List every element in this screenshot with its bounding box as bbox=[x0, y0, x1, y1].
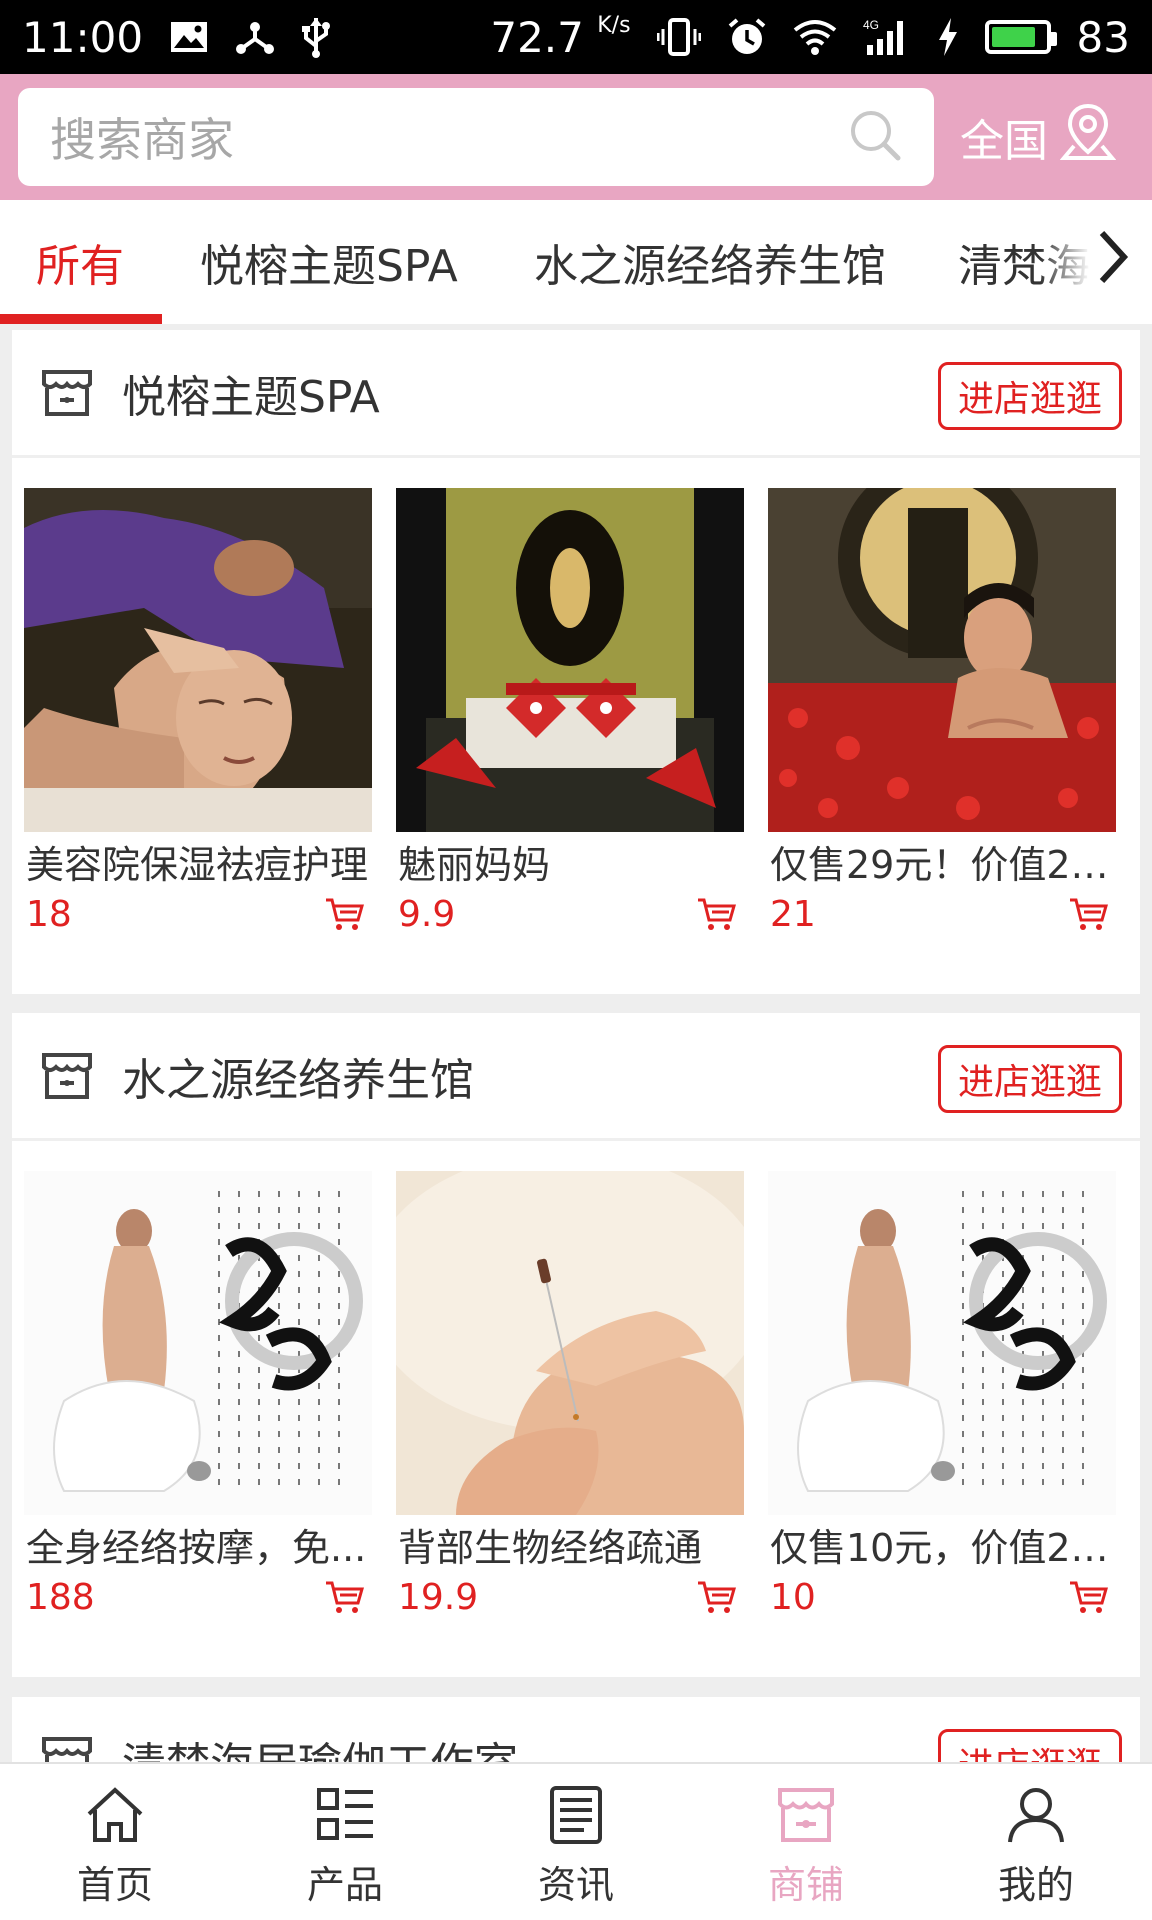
shop-card: 水之源经络养生馆 进店逛逛 全身经络按摩，免... 188 背部生物经络疏通 1… bbox=[12, 1013, 1140, 1677]
nav-item-home[interactable]: 首页 bbox=[0, 1764, 230, 1920]
product-name: 仅售10元，价值28... bbox=[770, 1526, 1114, 1570]
vibrate-icon bbox=[656, 17, 701, 57]
product-image-meridian-poster[interactable] bbox=[768, 1171, 1116, 1515]
store-icon bbox=[40, 1047, 94, 1105]
cart-icon[interactable] bbox=[696, 896, 736, 936]
product-card[interactable]: 魅丽妈妈 9.9 bbox=[396, 488, 744, 940]
search-icon[interactable] bbox=[848, 108, 902, 166]
location-pin-icon bbox=[1059, 102, 1117, 173]
speed-value: 72.7 bbox=[490, 12, 584, 62]
user-icon bbox=[1004, 1784, 1068, 1848]
product-card[interactable]: 仅售29元！价值26... 21 bbox=[768, 488, 1116, 940]
product-row: 全身经络按摩，免... 188 背部生物经络疏通 19.9 仅售10元，价值28… bbox=[12, 1141, 1140, 1676]
cart-icon[interactable] bbox=[696, 1579, 736, 1619]
cart-icon[interactable] bbox=[324, 896, 364, 936]
product-row: 美容院保湿祛痘护理 18 魅丽妈妈 9.9 仅售29元！价值26... 21 bbox=[12, 458, 1140, 993]
cart-icon[interactable] bbox=[324, 1579, 364, 1619]
product-name: 魅丽妈妈 bbox=[398, 843, 551, 887]
shop-card: 悦榕主题SPA 进店逛逛 美容院保湿祛痘护理 18 魅丽妈妈 9.9 仅售29元… bbox=[12, 330, 1140, 994]
speed-unit: K/s bbox=[597, 12, 631, 38]
product-name: 仅售29元！价值26... bbox=[770, 843, 1114, 887]
product-name: 美容院保湿祛痘护理 bbox=[26, 843, 369, 887]
battery-level: 83 bbox=[1076, 12, 1130, 62]
shop-header: 悦榕主题SPA 进店逛逛 bbox=[12, 330, 1140, 458]
product-name: 背部生物经络疏通 bbox=[398, 1526, 703, 1570]
status-bar: 11:00 72.7 K/s 4G 83 bbox=[0, 0, 1152, 74]
region-selector[interactable]: 全国 bbox=[960, 88, 1117, 186]
chevron-right-icon[interactable] bbox=[1096, 229, 1130, 289]
search-input[interactable]: 搜索商家 bbox=[50, 104, 848, 170]
product-image-meridian-poster[interactable] bbox=[24, 1171, 372, 1515]
nav-item-shops[interactable]: 商铺 bbox=[691, 1764, 921, 1920]
product-image-acupuncture[interactable] bbox=[396, 1171, 744, 1515]
product-price: 188 bbox=[26, 1577, 95, 1618]
product-name: 全身经络按摩，免... bbox=[26, 1526, 367, 1570]
product-price: 18 bbox=[26, 894, 72, 935]
store-icon bbox=[40, 364, 94, 422]
nav-item-news[interactable]: 资讯 bbox=[461, 1764, 691, 1920]
product-card[interactable]: 背部生物经络疏通 19.9 bbox=[396, 1171, 744, 1623]
product-image-facial-massage[interactable] bbox=[24, 488, 372, 832]
product-card[interactable]: 全身经络按摩，免... 188 bbox=[24, 1171, 372, 1623]
bottom-nav: 首页 产品 资讯 商铺 我的 bbox=[0, 1762, 1152, 1920]
tab-shuizhiyuan[interactable]: 水之源经络养生馆 bbox=[534, 200, 886, 324]
product-image-rose-bath[interactable] bbox=[768, 488, 1116, 832]
product-image-spa-room[interactable] bbox=[396, 488, 744, 832]
search-bar[interactable]: 搜索商家 bbox=[18, 88, 934, 186]
nav-label: 商铺 bbox=[767, 1863, 844, 1907]
app-screen: 11:00 72.7 K/s 4G 83 搜索商家 全国 所有 悦榕主题SPA … bbox=[0, 0, 1152, 1920]
store-icon bbox=[774, 1784, 838, 1848]
nav-label: 产品 bbox=[306, 1863, 383, 1907]
product-price: 10 bbox=[770, 1577, 816, 1618]
product-price: 19.9 bbox=[398, 1577, 479, 1618]
cart-icon[interactable] bbox=[1068, 896, 1108, 936]
battery-icon bbox=[984, 20, 1057, 54]
tab-yuerong-spa[interactable]: 悦榕主题SPA bbox=[200, 200, 458, 324]
share-node-icon bbox=[235, 19, 275, 55]
news-icon bbox=[544, 1784, 608, 1848]
alarm-icon bbox=[727, 17, 767, 57]
image-icon bbox=[169, 20, 209, 54]
product-card[interactable]: 仅售10元，价值28... 10 bbox=[768, 1171, 1116, 1623]
tabs-scroll-right[interactable] bbox=[1040, 200, 1152, 318]
enter-shop-button[interactable]: 进店逛逛 bbox=[938, 1045, 1122, 1113]
region-label: 全国 bbox=[960, 116, 1048, 167]
nav-label: 我的 bbox=[997, 1863, 1074, 1907]
tab-all[interactable]: 所有 bbox=[36, 200, 124, 324]
shop-name: 悦榕主题SPA bbox=[122, 371, 380, 423]
network-type-label: 4G bbox=[863, 18, 879, 32]
nav-label: 资讯 bbox=[537, 1863, 614, 1907]
nav-item-products[interactable]: 产品 bbox=[230, 1764, 460, 1920]
cell-signal-icon: 4G bbox=[863, 17, 911, 57]
shop-name: 水之源经络养生馆 bbox=[122, 1054, 474, 1106]
product-price: 21 bbox=[770, 894, 816, 935]
list-icon bbox=[313, 1784, 377, 1848]
charging-icon bbox=[937, 18, 959, 56]
cart-icon[interactable] bbox=[1068, 1579, 1108, 1619]
tab-active-indicator bbox=[0, 314, 162, 324]
network-speed: 72.7 K/s bbox=[490, 13, 630, 62]
enter-shop-button[interactable]: 进店逛逛 bbox=[938, 362, 1122, 430]
category-tabs: 所有 悦榕主题SPA 水之源经络养生馆 清梵海 bbox=[0, 200, 1152, 324]
nav-label: 首页 bbox=[76, 1863, 153, 1907]
nav-item-mine[interactable]: 我的 bbox=[921, 1764, 1151, 1920]
product-price: 9.9 bbox=[398, 894, 456, 935]
shop-header: 水之源经络养生馆 进店逛逛 bbox=[12, 1013, 1140, 1141]
usb-icon bbox=[301, 16, 331, 58]
app-header: 搜索商家 全国 bbox=[0, 74, 1152, 200]
wifi-icon bbox=[793, 18, 837, 56]
product-card[interactable]: 美容院保湿祛痘护理 18 bbox=[24, 488, 372, 940]
home-icon bbox=[83, 1784, 147, 1848]
status-time: 11:00 bbox=[22, 12, 144, 62]
